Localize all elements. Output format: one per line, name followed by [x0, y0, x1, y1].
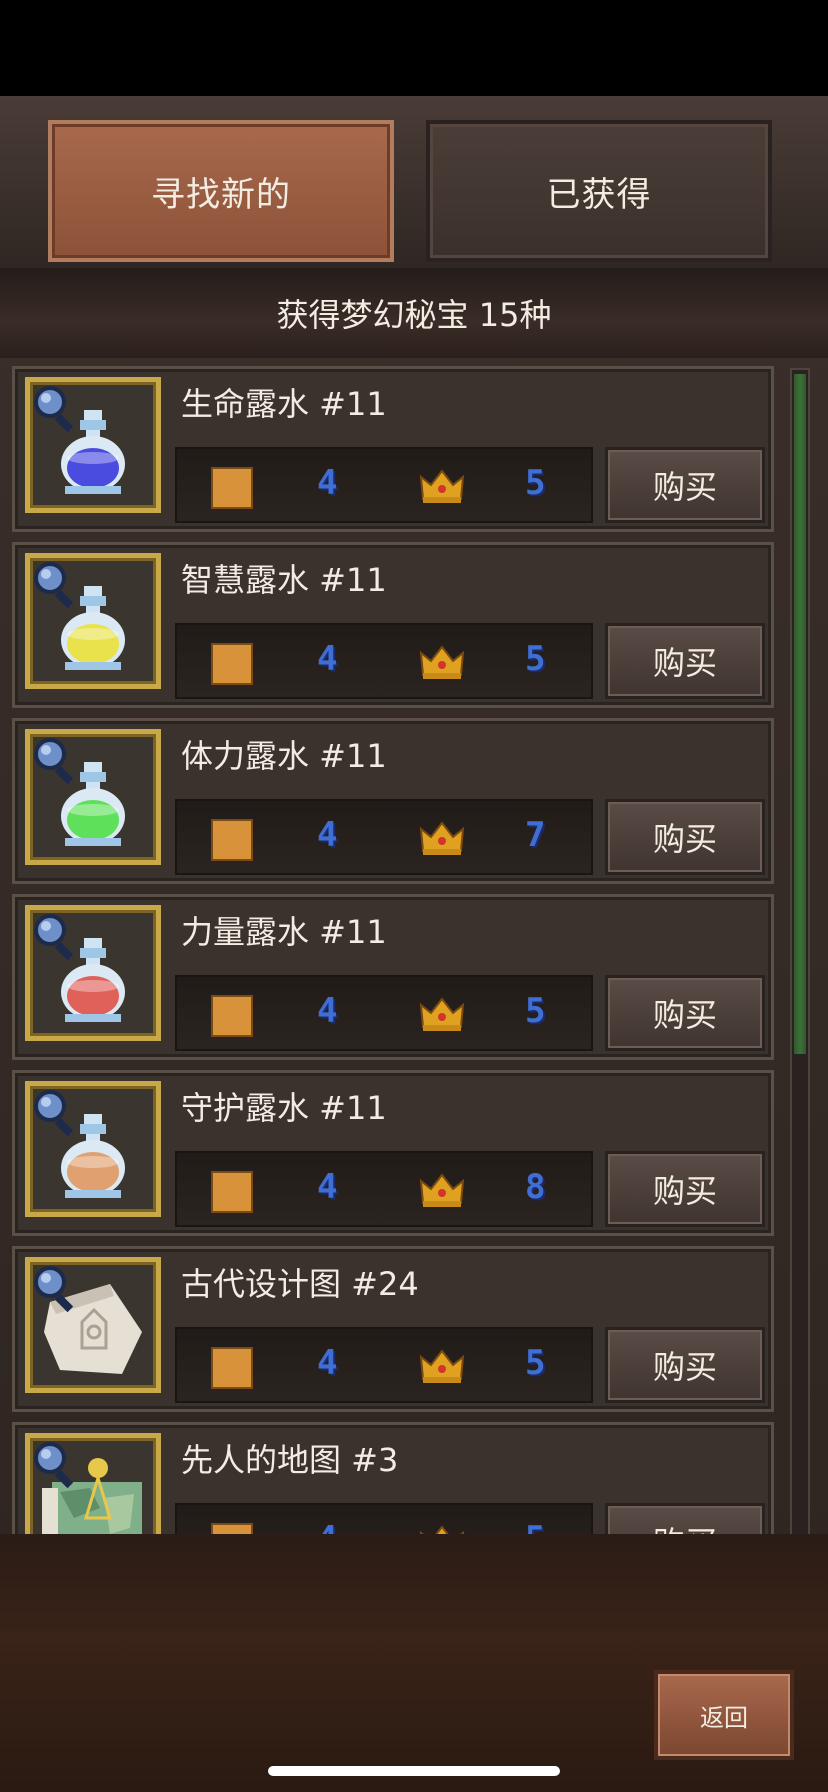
item-stats: 4 5: [175, 447, 593, 523]
trophy-badge-icon: [211, 1171, 253, 1213]
list-item[interactable]: 体力露水 #11 4 7 购买: [12, 718, 774, 884]
list-item[interactable]: 古代设计图 #24 4 5 购买: [12, 1246, 774, 1412]
stat-value-2: 5: [525, 639, 546, 679]
list-item[interactable]: 生命露水 #11 4 5 购买: [12, 366, 774, 532]
back-button[interactable]: 返回: [654, 1670, 794, 1760]
item-name: 智慧露水 #11: [181, 561, 387, 599]
buy-button[interactable]: 购买: [605, 447, 765, 523]
item-name: 体力露水 #11: [181, 737, 387, 775]
tab-find-new[interactable]: 寻找新的: [48, 120, 394, 262]
item-name: 先人的地图 #3: [181, 1441, 399, 1479]
treasure-count-header: 获得梦幻秘宝 15种: [0, 268, 828, 358]
list-item[interactable]: 守护露水 #11 4 8 购买: [12, 1070, 774, 1236]
stat-value-1: 4: [317, 639, 338, 679]
item-icon-frame[interactable]: [25, 729, 161, 865]
item-name: 守护露水 #11: [181, 1089, 387, 1127]
trophy-badge-icon: [211, 467, 253, 509]
trophy-badge-icon: [211, 995, 253, 1037]
stat-value-2: 5: [525, 1343, 546, 1383]
status-bar-area: [0, 0, 828, 96]
stat-value-1: 4: [317, 1167, 338, 1207]
list-item[interactable]: 智慧露水 #11 4 5 购买: [12, 542, 774, 708]
item-icon-frame[interactable]: [25, 377, 161, 513]
buy-button[interactable]: 购买: [605, 623, 765, 699]
stat-value-1: 4: [317, 991, 338, 1031]
item-stats: 4 5: [175, 623, 593, 699]
trophy-badge-icon: [211, 643, 253, 685]
stat-value-1: 4: [317, 463, 338, 503]
stat-value-2: 5: [525, 463, 546, 503]
home-indicator: [268, 1766, 560, 1776]
trophy-badge-icon: [211, 819, 253, 861]
tab-obtained[interactable]: 已获得: [426, 120, 772, 262]
treasure-count-text: 获得梦幻秘宝 15种: [276, 296, 552, 334]
stat-value-2: 8: [525, 1167, 546, 1207]
item-name: 生命露水 #11: [181, 385, 387, 423]
stat-value-2: 5: [525, 991, 546, 1031]
list-item[interactable]: 力量露水 #11 4 5 购买: [12, 894, 774, 1060]
scrollbar-thumb[interactable]: [794, 374, 806, 1054]
tab-bar: 寻找新的 已获得: [0, 96, 828, 268]
buy-button[interactable]: 购买: [605, 975, 765, 1051]
trophy-badge-icon: [211, 1347, 253, 1389]
item-icon-frame[interactable]: [25, 905, 161, 1041]
stat-value-1: 4: [317, 815, 338, 855]
item-stats: 4 5: [175, 975, 593, 1051]
item-icon-frame[interactable]: [25, 1257, 161, 1393]
item-stats: 4 8: [175, 1151, 593, 1227]
item-stats: 4 7: [175, 799, 593, 875]
item-icon-frame[interactable]: [25, 553, 161, 689]
treasure-list[interactable]: 生命露水 #11 4 5 购买 智慧露水 #11 4 5 购买 体力露水 #11…: [12, 366, 778, 1629]
buy-button[interactable]: 购买: [605, 799, 765, 875]
item-name: 古代设计图 #24: [181, 1265, 419, 1303]
buy-button[interactable]: 购买: [605, 1151, 765, 1227]
scrollbar[interactable]: [790, 368, 810, 1628]
buy-button[interactable]: 购买: [605, 1327, 765, 1403]
stat-value-2: 7: [525, 815, 546, 855]
item-icon-frame[interactable]: [25, 1081, 161, 1217]
item-name: 力量露水 #11: [181, 913, 387, 951]
stat-value-1: 4: [317, 1343, 338, 1383]
item-stats: 4 5: [175, 1327, 593, 1403]
